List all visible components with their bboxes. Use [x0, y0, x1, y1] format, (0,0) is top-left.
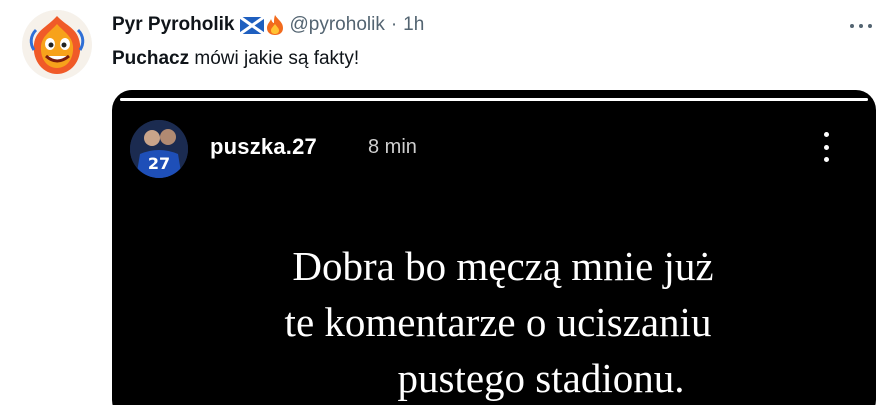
tweet-text-rest: mówi jakie są fakty!	[189, 48, 360, 69]
story-avatar: 27	[130, 120, 188, 178]
story-progress-bar	[120, 98, 868, 101]
fire-icon	[266, 14, 284, 36]
story-line-3: pustego stadionu.	[397, 355, 685, 401]
more-horizontal-icon[interactable]	[848, 18, 874, 34]
tweet-time[interactable]: 1h	[403, 14, 424, 36]
story-text: Dobra bo męczą mnie już te komentarze o …	[112, 238, 876, 405]
svg-text:27: 27	[148, 154, 170, 173]
author-name[interactable]: Pyr Pyroholik	[112, 14, 235, 36]
tweet-header: Pyr Pyroholik @pyroholik · 1h	[112, 14, 424, 36]
story-username: puszka.27	[210, 134, 317, 159]
more-vertical-icon	[818, 130, 834, 164]
author-handle[interactable]: @pyroholik	[290, 14, 385, 36]
pyro-avatar-icon	[22, 10, 92, 80]
scotland-flag-icon	[238, 15, 265, 35]
story-line-1: Dobra bo męczą mnie już	[292, 243, 714, 289]
story-time: 8 min	[368, 136, 417, 158]
story-progress-fill	[120, 98, 868, 101]
story-image[interactable]: 27 puszka.27 8 min Dobra bo męczą mnie j…	[112, 90, 876, 405]
separator-dot: ·	[390, 14, 398, 35]
tweet-text-bold: Puchacz	[112, 48, 190, 69]
tweet-text: Puchacz mówi jakie są fakty!	[112, 48, 359, 70]
author-avatar[interactable]	[22, 10, 92, 80]
story-line-2: te komentarze o uciszaniu	[284, 299, 712, 345]
player-photo-icon: 27	[130, 120, 188, 178]
